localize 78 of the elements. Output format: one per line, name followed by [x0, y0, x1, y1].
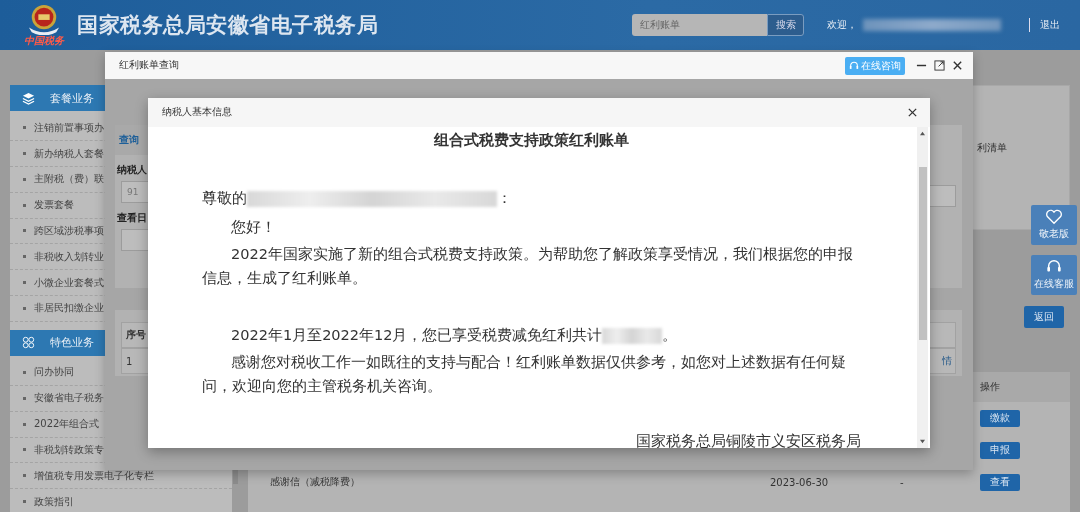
- input-field[interactable]: [930, 185, 956, 207]
- action-button[interactable]: 查看: [980, 473, 1020, 491]
- sidebar-item[interactable]: 增值税专用发票电子化专栏: [34, 468, 154, 483]
- column-header: 操作: [980, 380, 1001, 394]
- letter-heading: 组合式税费支持政策红利账单: [433, 130, 630, 151]
- bullet-icon: [23, 255, 26, 259]
- table-cell-text: -: [900, 476, 905, 488]
- sidebar-group-header[interactable]: 套餐业务: [10, 85, 105, 112]
- search-button[interactable]: 搜索: [767, 14, 804, 36]
- field-label: 纳税人: [117, 163, 148, 177]
- site-title: 国家税务总局安徽省电子税务局: [77, 12, 378, 39]
- maximize-icon[interactable]: [934, 60, 945, 71]
- dialog-title: 红利账单查询: [119, 59, 179, 72]
- sidebar-item[interactable]: 2022年组合式: [34, 417, 100, 432]
- close-icon[interactable]: [952, 60, 963, 71]
- field-label: 查看日: [117, 211, 148, 225]
- sidebar-item[interactable]: 政策指引: [34, 494, 74, 509]
- bullet-icon: [23, 370, 26, 374]
- letter-paragraph: 感谢您对税收工作一如既往的支持与配合！红利账单数据仅供参考，如您对上述数据有任何疑问，欢迎向您的主管税务机关咨询。: [202, 354, 846, 394]
- headset-icon: [849, 60, 859, 71]
- scroll-up-icon[interactable]: [919, 131, 926, 136]
- bullet-icon: [23, 203, 26, 207]
- letter-signature: 国家税务总局铜陵市义安区税务局: [636, 432, 861, 448]
- sidebar-item[interactable]: 非税收入划转业: [34, 249, 104, 264]
- logo-caption: 中国税务: [24, 35, 64, 47]
- redacted-text: [602, 328, 663, 344]
- input-field[interactable]: [121, 229, 148, 251]
- bullet-icon: [23, 422, 26, 426]
- bullet-icon: [23, 448, 26, 452]
- logout-link[interactable]: 退出: [1029, 18, 1060, 32]
- salutation-text: 尊敬的: [202, 189, 247, 208]
- sidebar-item[interactable]: 小微企业套餐式: [34, 275, 104, 290]
- action-button[interactable]: 申报: [980, 441, 1020, 459]
- float-button[interactable]: 在线客服: [1031, 255, 1077, 295]
- letter-paragraph: 2022年1月至2022年12月，您已享受税费减免红利共计: [231, 327, 603, 343]
- bullet-icon: [23, 152, 26, 155]
- letter-paragraph: 您好！: [231, 219, 276, 235]
- bullet-icon: [23, 229, 26, 233]
- scroll-down-icon[interactable]: [919, 439, 926, 444]
- bullet-icon: [23, 281, 26, 285]
- sidebar-group-header[interactable]: 特色业务: [10, 329, 105, 357]
- search-field[interactable]: 红利账单: [632, 14, 767, 36]
- layers-icon: [22, 91, 35, 105]
- close-icon[interactable]: [907, 107, 918, 118]
- clover-icon: [22, 336, 35, 350]
- bullet-icon: [23, 500, 26, 504]
- sidebar-item[interactable]: 安徽省电子税务: [34, 391, 104, 406]
- welcome-text: 欢迎，: [827, 18, 857, 32]
- sidebar-item[interactable]: 非税划转政策专: [34, 442, 104, 457]
- action-button[interactable]: 缴款: [980, 409, 1020, 427]
- scrollbar[interactable]: [917, 127, 928, 448]
- table-cell-text: 2023-06-30: [770, 476, 830, 488]
- dialog-title: 纳税人基本信息: [162, 106, 232, 119]
- sidebar-item[interactable]: 跨区域涉税事项: [34, 223, 104, 238]
- letter-paragraph: 2022年国家实施了新的组合式税费支持政策。为帮助您了解政策享受情况，我们根据您的申报信息，生成了红利账单。: [202, 246, 853, 286]
- float-button[interactable]: 敬老版: [1031, 205, 1077, 245]
- bullet-icon: [23, 126, 26, 130]
- sidebar-item[interactable]: 非居民扣缴企业: [34, 301, 104, 316]
- bullet-icon: [23, 177, 26, 181]
- bullet-icon: [23, 396, 26, 400]
- sidebar-item[interactable]: 新办纳税人套餐: [34, 146, 104, 161]
- scrollbar-thumb[interactable]: [918, 167, 927, 340]
- heart-icon: [1045, 209, 1063, 225]
- return-button[interactable]: 返回: [1024, 306, 1064, 328]
- bullet-icon: [23, 306, 26, 310]
- sidebar-item[interactable]: 主附税（费）联: [34, 172, 104, 187]
- table-cell: 1: [121, 348, 148, 374]
- bullet-icon: [23, 474, 26, 478]
- sidebar-item[interactable]: 问办协同: [34, 365, 74, 380]
- scrollbar-thumb[interactable]: [233, 470, 238, 484]
- column-header: 序号: [121, 322, 148, 348]
- table-cell-text: 感谢信（减税降费）: [270, 475, 361, 489]
- panel-title: 利清单: [977, 141, 1008, 155]
- salutation-colon: ：: [497, 189, 512, 208]
- sidebar-item[interactable]: 发票套餐: [34, 198, 74, 213]
- table-cell: 情: [930, 348, 956, 374]
- paragraph-end: 。: [662, 327, 678, 343]
- sidebar-item[interactable]: 注销前置事项办: [34, 120, 104, 135]
